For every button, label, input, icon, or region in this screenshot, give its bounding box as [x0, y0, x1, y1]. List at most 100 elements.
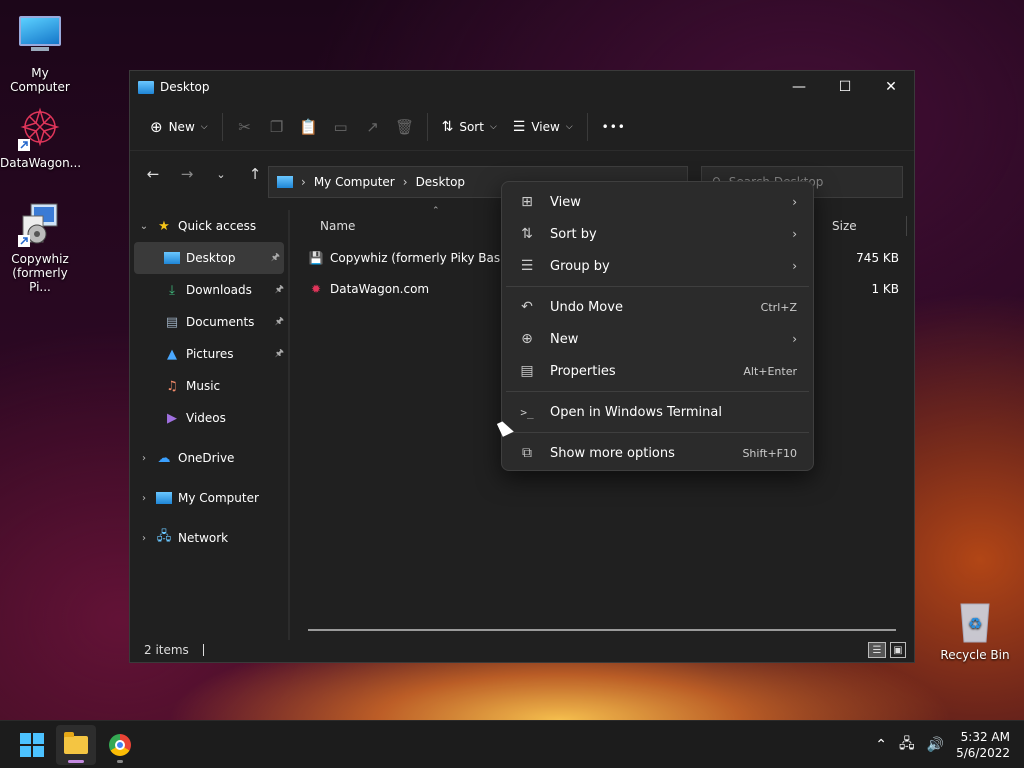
nav-item-desktop[interactable]: Desktop 🖈: [134, 242, 284, 274]
nav-item-documents[interactable]: ▤ Documents 🖈: [130, 306, 288, 338]
start-button[interactable]: [12, 725, 52, 765]
sort-ascending-icon: ⌃: [432, 206, 440, 216]
up-button[interactable]: ↑: [240, 159, 270, 189]
menu-item-undo-move[interactable]: ↶ Undo Move Ctrl+Z: [506, 291, 809, 323]
breadcrumb-desktop[interactable]: Desktop: [416, 175, 466, 189]
navigation-pane: ⌄ ★ Quick access Desktop 🖈 ⤓ Downloads 🖈…: [130, 210, 288, 640]
context-menu: ⊞ View › ⇅ Sort by › ☰ Group by › ↶ Undo…: [501, 181, 814, 471]
taskbar-file-explorer[interactable]: [56, 724, 96, 765]
column-header-size[interactable]: Size: [832, 219, 857, 233]
sort-icon: ⇅: [441, 118, 454, 135]
nav-network[interactable]: › 🖧 Network: [130, 522, 288, 554]
menu-item-sort-by[interactable]: ⇅ Sort by ›: [506, 218, 809, 250]
menu-label: View: [550, 194, 581, 210]
datawagon-icon: [17, 106, 63, 152]
menu-item-group-by[interactable]: ☰ Group by ›: [506, 250, 809, 282]
taskbar-chrome[interactable]: [100, 725, 140, 765]
nav-label: Desktop: [186, 251, 236, 265]
chevron-down-icon: ⌵: [565, 121, 573, 132]
rename-icon[interactable]: ▭: [325, 111, 357, 143]
menu-item-open-terminal[interactable]: >_ Open in Windows Terminal: [506, 396, 809, 428]
delete-icon[interactable]: 🗑: [389, 111, 421, 143]
clock-date: 5/6/2022: [956, 746, 1010, 760]
nav-item-pictures[interactable]: ▲ Pictures 🖈: [130, 338, 288, 370]
view-list-icon: ☰: [512, 118, 526, 135]
pin-icon[interactable]: 🖈: [275, 346, 284, 363]
windows-logo-icon: [20, 732, 44, 757]
forward-button[interactable]: →: [172, 159, 202, 189]
desktop-icon-recycle-bin[interactable]: ♻ Recycle Bin: [935, 598, 1015, 662]
chevron-up-icon[interactable]: ⌃: [875, 737, 887, 753]
folder-desktop-icon: [138, 80, 154, 94]
nav-item-downloads[interactable]: ⤓ Downloads 🖈: [130, 274, 288, 306]
clock[interactable]: 5:32 AM 5/6/2022: [956, 729, 1010, 761]
menu-item-new[interactable]: ⊕ New ›: [506, 323, 809, 355]
chevron-right-icon[interactable]: ›: [136, 493, 152, 504]
view-button[interactable]: ☰ View ⌵: [505, 111, 581, 143]
chevron-right-icon[interactable]: ›: [136, 533, 152, 544]
nav-quick-access[interactable]: ⌄ ★ Quick access: [130, 210, 288, 242]
chevron-right-icon: ›: [792, 227, 797, 241]
sort-button[interactable]: ⇅ Sort ⌵: [434, 111, 505, 143]
back-button[interactable]: ←: [138, 159, 168, 189]
recycle-bin-icon: ♻: [952, 598, 998, 644]
recent-locations-button[interactable]: ⌄: [206, 159, 236, 189]
picture-icon: ▲: [167, 346, 177, 362]
volume-icon[interactable]: 🔊: [927, 737, 944, 753]
expand-icon: ⧉: [522, 445, 532, 461]
group-list-icon: ☰: [520, 258, 534, 274]
menu-shortcut: Ctrl+Z: [760, 300, 797, 314]
share-icon[interactable]: ↗: [357, 111, 389, 143]
nav-my-computer[interactable]: › My Computer: [130, 482, 288, 514]
chevron-down-icon: ⌵: [489, 121, 497, 132]
toolbar-divider: [586, 112, 588, 141]
close-button[interactable]: ✕: [868, 71, 914, 103]
file-name: DataWagon.com: [330, 281, 430, 296]
details-view-icon[interactable]: ☰: [868, 642, 886, 658]
column-header-name[interactable]: Name: [320, 219, 355, 233]
star-icon: ★: [158, 218, 170, 234]
cut-icon[interactable]: ✂: [229, 111, 261, 143]
pin-icon[interactable]: 🖈: [271, 250, 280, 267]
network-status-icon[interactable]: 🖧: [899, 733, 915, 757]
nav-label: Documents: [186, 315, 255, 329]
nav-item-videos[interactable]: ▶ Videos: [130, 402, 288, 434]
nav-onedrive[interactable]: › ☁ OneDrive: [130, 442, 288, 474]
file-name: Copywhiz (formerly Piky Basket): [330, 250, 524, 265]
desktop-icon-datawagon[interactable]: DataWagon...: [0, 106, 81, 170]
menu-label: New: [550, 331, 579, 347]
column-divider[interactable]: [906, 216, 907, 236]
chevron-right-icon[interactable]: ›: [136, 453, 152, 464]
status-bar: 2 items ☰ ▣: [130, 638, 914, 662]
maximize-button[interactable]: ☐: [822, 71, 868, 103]
clock-time: 5:32 AM: [960, 730, 1010, 744]
terminal-icon: >_: [520, 405, 534, 419]
title-bar[interactable]: Desktop — ☐ ✕: [130, 71, 914, 103]
pin-icon[interactable]: 🖈: [275, 314, 284, 331]
breadcrumb-my-computer[interactable]: My Computer: [314, 175, 395, 189]
plus-circle-icon: ⊕: [521, 331, 533, 347]
network-icon: 🖧: [156, 529, 172, 544]
chevron-down-icon[interactable]: ⌄: [136, 221, 152, 232]
pin-icon[interactable]: 🖈: [275, 282, 284, 299]
paste-icon[interactable]: 📋: [293, 111, 325, 143]
desktop-icon-my-computer[interactable]: My Computer: [0, 10, 80, 94]
menu-item-properties[interactable]: ▤ Properties Alt+Enter: [506, 355, 809, 387]
my-computer-small-icon: [277, 176, 293, 188]
nav-item-music[interactable]: ♫ Music: [130, 370, 288, 402]
minimize-button[interactable]: —: [776, 71, 822, 103]
new-button[interactable]: ⊕ New ⌵: [142, 111, 216, 143]
menu-label: Group by: [550, 258, 610, 274]
horizontal-scrollbar[interactable]: [308, 629, 896, 631]
menu-item-show-more-options[interactable]: ⧉ Show more options Shift+F10: [506, 437, 809, 469]
copy-icon[interactable]: ❐: [261, 111, 293, 143]
file-size: 745 KB: [856, 250, 899, 265]
more-options-button[interactable]: •••: [594, 111, 634, 143]
desktop-icon-copywhiz[interactable]: Copywhiz (formerly Pi...: [0, 202, 80, 294]
music-icon: ♫: [166, 378, 178, 394]
large-icons-view-icon[interactable]: ▣: [890, 642, 906, 658]
nav-label: Network: [178, 531, 229, 545]
menu-item-view[interactable]: ⊞ View ›: [506, 186, 809, 218]
sort-icon: ⇅: [521, 226, 533, 242]
command-bar: ⊕ New ⌵ ✂ ❐ 📋 ▭ ↗ 🗑 ⇅ Sort ⌵ ☰ View ⌵ ••…: [130, 103, 914, 151]
